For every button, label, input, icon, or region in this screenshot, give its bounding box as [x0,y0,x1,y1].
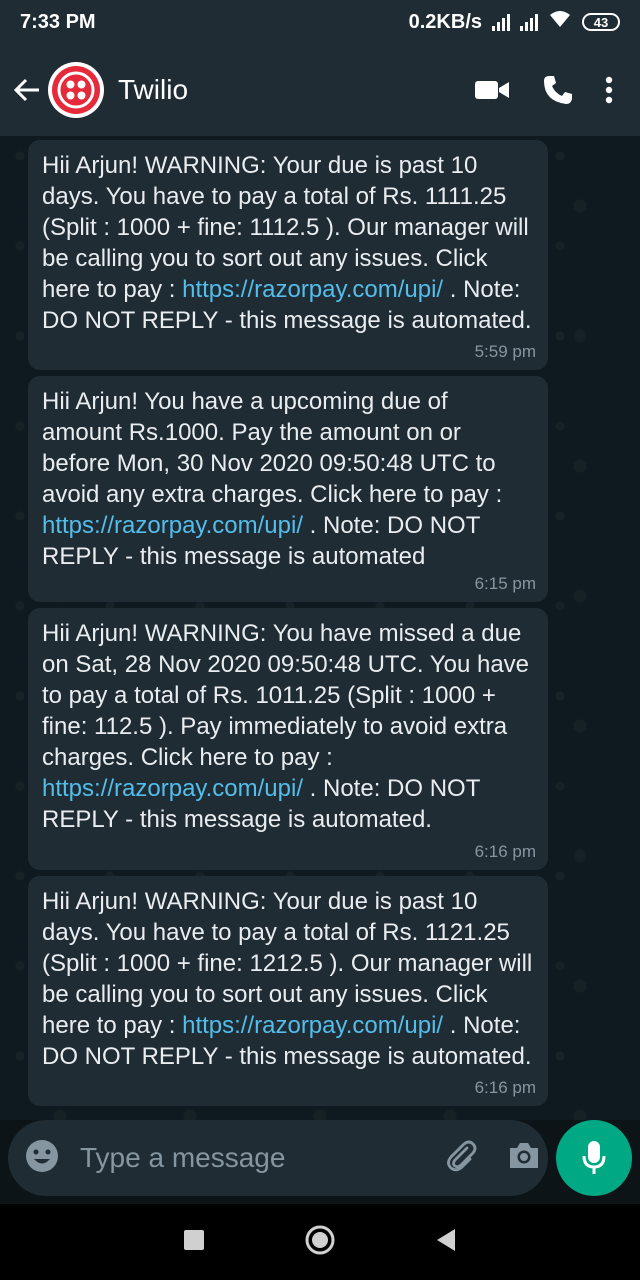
status-bar: 7:33 PM 0.2KB/s 43 [0,0,640,44]
message-bubble[interactable]: Hii Arjun! WARNING: Your due is past 10 … [28,876,548,1106]
signal-icon [520,13,538,31]
network-speed: 0.2KB/s [408,10,482,33]
message-time: 6:15 pm [474,574,536,593]
avatar[interactable] [48,62,104,118]
recents-square-icon[interactable] [183,1229,205,1256]
message-input[interactable] [78,1141,443,1175]
camera-icon[interactable] [507,1141,541,1176]
video-call-icon[interactable] [464,62,520,118]
message-composer [8,1120,548,1196]
back-arrow-icon[interactable] [10,73,44,107]
message-time: 6:16 pm [474,842,536,861]
payment-link[interactable]: https://razorpay.com/upi/ [42,775,303,802]
chat-area[interactable]: Hii Arjun! WARNING: Your due is past 10 … [0,136,640,1120]
emoji-icon[interactable] [24,1138,60,1179]
message-body: Hii Arjun! WARNING: You have missed a du… [42,620,530,771]
message-text: Hii Arjun! You have a upcoming due of am… [42,386,534,572]
chat-header: Twilio [0,44,640,136]
message-text: Hii Arjun! WARNING: Your due is past 10 … [42,150,534,336]
home-circle-icon[interactable] [305,1225,335,1260]
signal-icon [492,13,510,31]
back-triangle-icon[interactable] [435,1228,457,1257]
more-vert-icon[interactable] [594,62,624,118]
message-time: 6:16 pm [474,1078,536,1097]
paperclip-icon[interactable] [443,1138,479,1179]
message-text: Hii Arjun! WARNING: You have missed a du… [42,618,534,835]
phone-icon[interactable] [530,62,586,118]
system-nav-bar [0,1204,640,1280]
microphone-icon[interactable] [556,1120,632,1196]
twilio-logo-icon [52,66,100,114]
battery-icon: 43 [582,13,620,31]
payment-link[interactable]: https://razorpay.com/upi/ [182,276,443,303]
payment-link[interactable]: https://razorpay.com/upi/ [182,1012,443,1039]
message-bubble[interactable]: Hii Arjun! You have a upcoming due of am… [28,376,548,602]
wifi-icon [548,9,572,35]
message-text: Hii Arjun! WARNING: Your due is past 10 … [42,886,534,1072]
message-bubble[interactable]: Hii Arjun! WARNING: Your due is past 10 … [28,140,548,370]
status-icons: 0.2KB/s 43 [409,9,620,35]
message-body: Hii Arjun! You have a upcoming due of am… [42,388,503,508]
message-time: 5:59 pm [474,342,536,361]
status-time: 7:33 PM [20,10,96,33]
message-bubble[interactable]: Hii Arjun! WARNING: You have missed a du… [28,608,548,870]
contact-name[interactable]: Twilio [118,74,464,106]
payment-link[interactable]: https://razorpay.com/upi/ [42,512,303,539]
